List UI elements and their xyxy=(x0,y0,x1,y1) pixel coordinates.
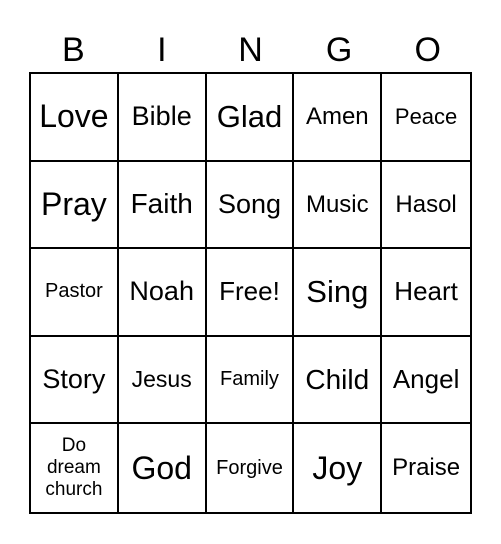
bingo-cell[interactable]: Free! xyxy=(206,249,295,337)
header-letter-b: B xyxy=(61,31,85,69)
bingo-cell[interactable]: Child xyxy=(294,336,383,425)
bingo-cell[interactable]: Do dream church xyxy=(31,424,119,512)
bingo-header: B I N G O xyxy=(29,28,472,72)
bingo-cell[interactable]: Story xyxy=(31,336,119,425)
bingo-cell[interactable]: Sing xyxy=(294,249,383,337)
bingo-cell[interactable]: Faith xyxy=(118,161,207,250)
bingo-cell[interactable]: Pray xyxy=(31,161,119,250)
bingo-cell[interactable]: Music xyxy=(294,161,383,250)
header-letter-n: N xyxy=(238,31,263,69)
bingo-cell[interactable]: Glad xyxy=(206,74,295,162)
bingo-cell[interactable]: Peace xyxy=(382,74,470,162)
bingo-cell[interactable]: Praise xyxy=(382,424,470,512)
bingo-cell[interactable]: Hasol xyxy=(382,162,470,250)
bingo-cell[interactable]: Love xyxy=(31,74,119,162)
bingo-cell[interactable]: God xyxy=(119,424,207,512)
bingo-cell[interactable]: Bible xyxy=(118,74,207,162)
bingo-cell[interactable]: Heart xyxy=(382,249,470,337)
bingo-cell[interactable]: Noah xyxy=(118,249,207,337)
bingo-cell[interactable]: Song xyxy=(206,161,295,250)
bingo-cell[interactable]: Family xyxy=(206,336,295,425)
bingo-cell[interactable]: Pastor xyxy=(31,249,119,337)
header-letter-i: I xyxy=(157,31,167,69)
header-letter-g: G xyxy=(325,31,353,69)
bingo-cell[interactable]: Joy xyxy=(294,424,383,512)
header-letter-o: O xyxy=(414,31,441,69)
bingo-cell[interactable]: Amen xyxy=(294,74,383,162)
bingo-cell[interactable]: Angel xyxy=(382,337,470,425)
bingo-cell[interactable]: Forgive xyxy=(207,424,295,512)
bingo-grid: Love Bible Glad Amen Peace Pray Faith So… xyxy=(29,72,472,514)
bingo-cell[interactable]: Jesus xyxy=(118,336,207,425)
